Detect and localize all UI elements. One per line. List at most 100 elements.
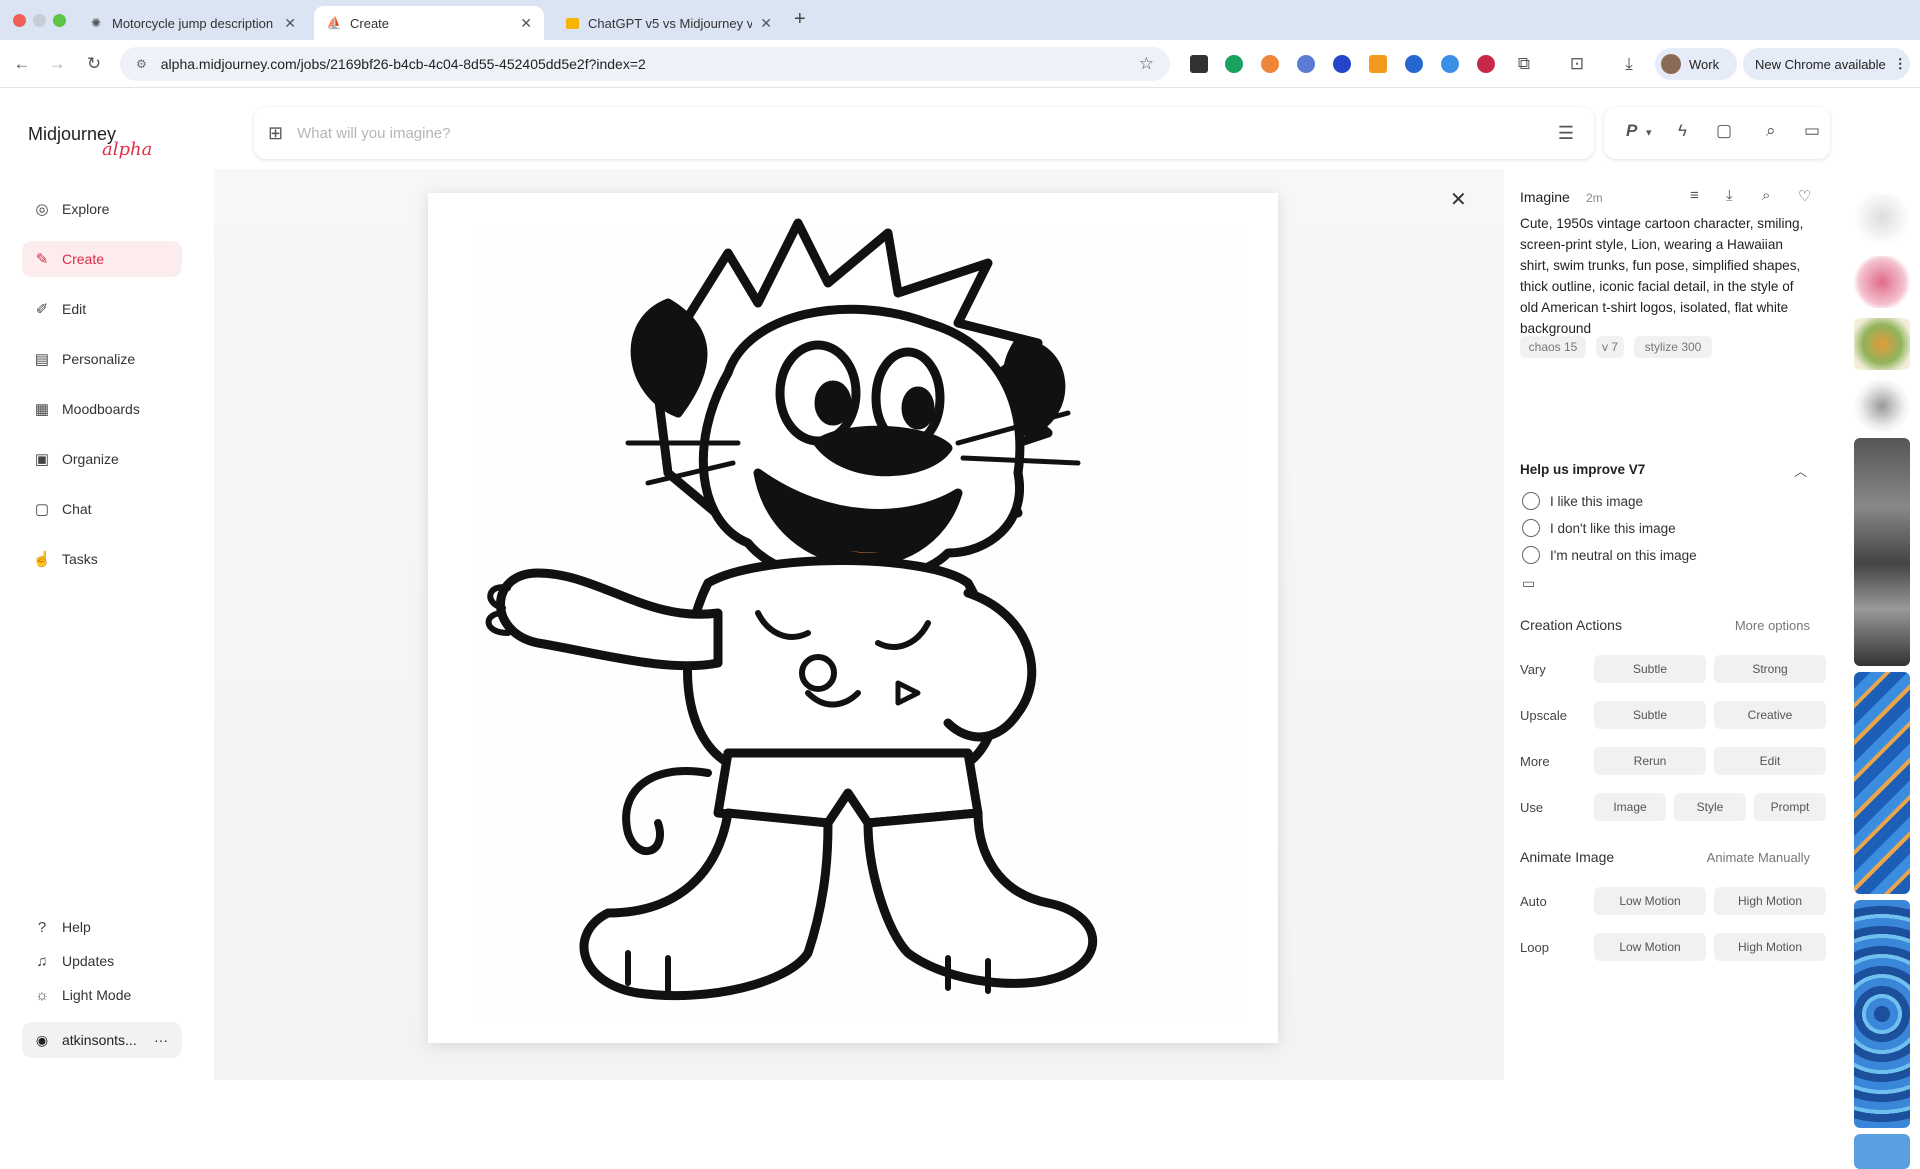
download-icon[interactable]: ⤓ [1726,187,1733,204]
close-tab-icon[interactable]: ✕ [520,15,532,32]
midjourney-icon: ⛵ [326,16,342,30]
generated-image[interactable] [428,193,1278,1043]
auto-high-motion-button[interactable]: High Motion [1714,887,1826,915]
tab-create[interactable]: ⛵ Create ✕ [314,6,544,40]
sidebar-item-create[interactable]: ✎ Create [22,241,182,277]
maximize-window-button[interactable] [53,14,66,27]
username: atkinsonts... [62,1032,137,1048]
sidebar-item-chat[interactable]: ▢ Chat [22,491,182,527]
personalize-mode-button[interactable]: P [1626,121,1637,141]
sidebar-item-organize[interactable]: ▣ Organize [22,441,182,477]
radio-circle[interactable] [1522,519,1540,537]
site-info-icon[interactable]: ⚙ [136,57,147,71]
chrome-update-button[interactable]: New Chrome available ⋮ [1743,48,1910,80]
search-icon[interactable]: ⌕ [1766,121,1776,141]
reload-icon[interactable]: ↻ [82,52,106,76]
tab-motorcycle[interactable]: ✺ Motorcycle jump description ✕ [76,6,308,40]
feedback-like-radio[interactable]: I like this image [1522,492,1643,510]
chevron-down-icon[interactable]: ▾ [1646,126,1652,139]
close-window-button[interactable] [13,14,26,27]
upscale-subtle-button[interactable]: Subtle [1594,701,1706,729]
sidebar-item-updates[interactable]: ♫ Updates [22,943,182,979]
sidebar-item-light-mode[interactable]: ☼ Light Mode [22,977,182,1013]
history-thumbnail[interactable] [1854,672,1910,894]
new-tab-button[interactable]: + [794,8,806,31]
upscale-creative-button[interactable]: Creative [1714,701,1826,729]
bookmark-star-icon[interactable]: ☆ [1139,54,1154,74]
search-icon[interactable]: ⌕ [1762,187,1770,204]
sidebar-item-moodboards[interactable]: ▦ Moodboards [22,391,182,427]
creation-actions-title: Creation Actions [1520,617,1622,633]
history-thumbnail[interactable] [1854,438,1910,666]
extension-icon[interactable] [1477,55,1495,73]
extension-icon[interactable] [1405,55,1423,73]
sidebar-item-tasks[interactable]: ☝ Tasks [22,541,182,577]
sidebar-item-edit[interactable]: ✐ Edit [22,291,182,327]
feedback-neutral-radio[interactable]: I'm neutral on this image [1522,546,1697,564]
history-thumbnail[interactable] [1854,1134,1910,1169]
back-arrow-icon[interactable]: ← [10,52,34,76]
loop-low-motion-button[interactable]: Low Motion [1594,933,1706,961]
user-account[interactable]: ◉ atkinsonts... ··· [22,1022,182,1058]
prompt-text[interactable]: Cute, 1950s vintage cartoon character, s… [1520,213,1810,339]
sidebar-item-help[interactable]: ? Help [22,909,182,945]
radio-circle[interactable] [1522,492,1540,510]
use-style-button[interactable]: Style [1674,793,1746,821]
chevron-up-icon[interactable]: ︿ [1794,461,1807,480]
settings-sliders-icon[interactable]: ☰ [1558,123,1574,144]
rerun-button[interactable]: Rerun [1594,747,1706,775]
param-chip[interactable]: stylize 300 [1634,336,1712,358]
history-thumbnail[interactable] [1854,194,1910,246]
history-thumbnail[interactable] [1854,318,1910,370]
heart-icon[interactable]: ♡ [1798,187,1811,205]
extension-icon[interactable] [1297,55,1315,73]
folder-icon[interactable]: ▭ [1522,575,1535,592]
add-image-icon[interactable]: ⊞ [268,123,283,144]
radio-circle[interactable] [1522,546,1540,564]
extension-icon[interactable] [1333,55,1351,73]
imagine-input[interactable] [297,124,1298,142]
lightning-icon[interactable]: ϟ [1678,121,1687,141]
midjourney-page: Midjourney alpha ◎ Explore ✎ Create ✐ Ed… [0,89,1920,1169]
profile-button[interactable]: Work [1655,48,1737,80]
extension-icon[interactable] [1441,55,1459,73]
extension-icon[interactable] [1225,55,1243,73]
tab-search-icon[interactable]: ⊡ [1565,52,1589,76]
sidebar-item-explore[interactable]: ◎ Explore [22,191,182,227]
extension-icon[interactable] [1190,55,1208,73]
sidebar-item-personalize[interactable]: ▤ Personalize [22,341,182,377]
more-options-link[interactable]: More options [1735,618,1810,633]
more-icon[interactable]: ··· [154,1032,168,1048]
param-chip[interactable]: chaos 15 [1520,336,1586,358]
param-chip[interactable]: v 7 [1596,336,1624,358]
history-thumbnail[interactable] [1854,900,1910,1128]
job-type-label: Imagine [1520,189,1570,205]
address-bar[interactable]: ⚙ alpha.midjourney.com/jobs/2169bf26-b4c… [120,47,1170,81]
puzzle-extensions-icon[interactable]: ⧉ [1512,52,1536,76]
download-icon[interactable]: ⤓ [1617,52,1641,76]
extension-icon[interactable] [1369,55,1387,73]
history-thumbnail[interactable] [1854,380,1910,432]
feedback-dislike-radio[interactable]: I don't like this image [1522,519,1676,537]
chat-bubble-icon[interactable]: ▢ [1716,121,1732,141]
edit-button[interactable]: Edit [1714,747,1826,775]
tab-chatgpt-vs-midjourney[interactable]: ChatGPT v5 vs Midjourney v7 ✕ [552,6,784,40]
use-image-button[interactable]: Image [1594,793,1666,821]
auto-low-motion-button[interactable]: Low Motion [1594,887,1706,915]
history-thumbnail[interactable] [1854,256,1910,308]
list-icon[interactable]: ≡ [1690,187,1699,204]
loop-high-motion-button[interactable]: High Motion [1714,933,1826,961]
folder-icon[interactable]: ▭ [1804,121,1820,141]
vary-subtle-button[interactable]: Subtle [1594,655,1706,683]
menu-kebab-icon: ⋮ [1893,56,1907,71]
use-label: Use [1520,800,1544,815]
close-icon[interactable]: ✕ [1450,187,1467,212]
use-prompt-button[interactable]: Prompt [1754,793,1826,821]
minimize-window-button[interactable] [33,14,46,27]
vary-strong-button[interactable]: Strong [1714,655,1826,683]
close-tab-icon[interactable]: ✕ [284,15,296,32]
extension-icon[interactable] [1261,55,1279,73]
close-tab-icon[interactable]: ✕ [760,15,772,32]
forward-arrow-icon[interactable]: → [45,52,69,76]
animate-manually-link[interactable]: Animate Manually [1707,850,1810,865]
